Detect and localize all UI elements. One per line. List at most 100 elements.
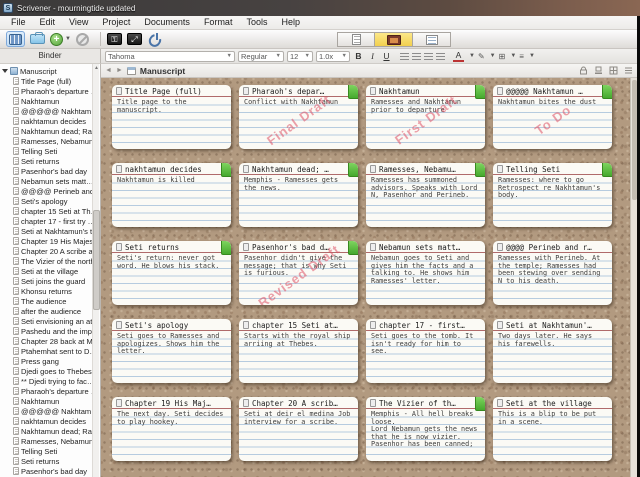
binder-item[interactable]: Pasenhor's bad day <box>0 466 93 476</box>
index-card[interactable]: Seti at Nakhtamun'… Two days later. He s… <box>493 319 612 383</box>
binder-item[interactable]: ** Djedi trying to fac… <box>0 376 93 386</box>
index-card[interactable]: The Vizier of th… Memphis - All hell bre… <box>366 397 485 461</box>
binder-item[interactable]: Pharaoh's departure … <box>0 386 93 396</box>
binder-item[interactable]: Ramesses, Nebamun… <box>0 136 93 146</box>
binder-item[interactable]: Seti envisioning an at… <box>0 316 93 326</box>
binder-item[interactable]: Seti joins the guard <box>0 276 93 286</box>
menu-help[interactable]: Help <box>274 16 307 29</box>
index-card[interactable]: Nakhtamun Ramesses and Nakhtamun prior t… <box>366 85 485 149</box>
menu-format[interactable]: Format <box>197 16 240 29</box>
index-card[interactable]: Pharaoh's depar… Conflict with Nakhtamun… <box>239 85 358 149</box>
binder-item[interactable]: Nakhtamun <box>0 396 93 406</box>
binder-item[interactable]: Chapter 28 back at M… <box>0 336 93 346</box>
binder-item[interactable]: @@@@@ Nakhtam… <box>0 106 93 116</box>
align-right-icon[interactable] <box>424 52 433 60</box>
binder-item-manuscript[interactable]: Manuscript <box>0 66 93 76</box>
binder-item[interactable]: chapter 15 Seti at Th… <box>0 206 93 216</box>
binder-item[interactable]: Title Page (full) <box>0 76 93 86</box>
binder-item[interactable]: Pasenhor's bad day <box>0 166 93 176</box>
index-card[interactable]: chapter 17 - first… Seti goes to the tom… <box>366 319 485 383</box>
remove-item-button[interactable] <box>75 31 89 47</box>
binder-item[interactable]: nakhtamun decides <box>0 116 93 126</box>
binder-scrollbar[interactable]: ▲ <box>92 64 100 477</box>
name-generator-button[interactable] <box>147 31 159 47</box>
scrollbar-thumb[interactable] <box>93 210 100 310</box>
binder-item[interactable]: Chapter 20 A scribe a… <box>0 246 93 256</box>
forward-arrow-icon[interactable]: ► <box>116 67 123 74</box>
list-view-icon[interactable] <box>624 66 633 75</box>
binder-item[interactable]: Telling Seti <box>0 146 93 156</box>
index-card[interactable]: Ramesses, Nebamu… Ramesses has summoned … <box>366 163 485 227</box>
add-item-button[interactable]: + ▼ <box>50 31 71 47</box>
index-card[interactable]: Chapter 20 A scrib… Seti at deir el medi… <box>239 397 358 461</box>
binder-item[interactable]: The audience <box>0 296 93 306</box>
index-card[interactable]: Seti's apology Seti goes to Ramesses and… <box>112 319 231 383</box>
binder-item[interactable]: Djedi goes to Thebes… <box>0 366 93 376</box>
index-card[interactable]: Nebamun sets matt… Nebamun goes to Seti … <box>366 241 485 305</box>
lock-icon[interactable] <box>579 66 588 75</box>
stamp-icon[interactable] <box>594 66 603 75</box>
menu-file[interactable]: File <box>4 16 33 29</box>
index-card[interactable]: nakhtamun decides Nakhtamun is killed <box>112 163 231 227</box>
binder-item[interactable]: Pashedu and the imp… <box>0 326 93 336</box>
binder-item[interactable]: Nakhtamun dead; Ra… <box>0 426 93 436</box>
align-justify-icon[interactable] <box>436 52 445 60</box>
binder-item[interactable]: Seti at Nakhtamun's t… <box>0 226 93 236</box>
binder-item[interactable]: nakhtamun decides <box>0 416 93 426</box>
binder-item[interactable]: Nakhtamun dead; Ra… <box>0 126 93 136</box>
binder-item[interactable]: Nebamun sets matt… <box>0 176 93 186</box>
disclosure-triangle-icon[interactable] <box>2 69 8 73</box>
font-size-select[interactable]: 12 ▼ <box>287 50 313 62</box>
line-spacing-select[interactable]: 1.0x ▼ <box>316 50 350 62</box>
index-card[interactable]: Title Page (full) Title page to the manu… <box>112 85 231 149</box>
font-style-select[interactable]: Regular ▼ <box>238 50 284 62</box>
corkboard-scrollbar[interactable] <box>630 78 637 477</box>
scroll-up-icon[interactable]: ▲ <box>93 64 100 72</box>
text-color-button[interactable]: A <box>453 50 464 62</box>
underline-button[interactable]: U <box>381 51 392 61</box>
binder-item[interactable]: @@@@ Perineb and … <box>0 186 93 196</box>
corkboard-view-button[interactable] <box>375 32 413 47</box>
document-view-button[interactable] <box>337 32 375 47</box>
index-card[interactable]: Seti at the village This is a blip to be… <box>493 397 612 461</box>
menu-project[interactable]: Project <box>95 16 137 29</box>
binder-item[interactable]: Seti at the village <box>0 266 93 276</box>
binder-item[interactable]: Chapter 19 His Majes… <box>0 236 93 246</box>
index-card[interactable]: @@@@ Perineb and r… Ramesses with Perine… <box>493 241 612 305</box>
collections-button[interactable] <box>30 31 45 47</box>
binder-item[interactable]: Seti's apology <box>0 196 93 206</box>
index-card[interactable]: chapter 15 Seti at… Starts with the roya… <box>239 319 358 383</box>
binder-item[interactable]: Pharaoh's departure … <box>0 86 93 96</box>
bold-button[interactable]: B <box>353 51 364 61</box>
align-left-icon[interactable] <box>400 52 409 60</box>
align-center-icon[interactable] <box>412 52 421 60</box>
binder-item[interactable]: after the audience <box>0 306 93 316</box>
binder-item[interactable]: @@@@@ Nakhtam… <box>0 406 93 416</box>
font-family-select[interactable]: Tahoma ▼ <box>105 50 235 62</box>
list-button[interactable]: ≡ <box>519 52 524 61</box>
back-arrow-icon[interactable]: ◄ <box>105 67 112 74</box>
binder-item[interactable]: Seti returns <box>0 156 93 166</box>
index-card[interactable]: @@@@@ Nakhtamun … Nakhtamun bites the du… <box>493 85 612 149</box>
keywords-button[interactable]: ⚿ <box>106 31 122 47</box>
title-bar[interactable]: S Scrivener - mourningtide updated <box>0 0 640 16</box>
binder-item[interactable]: Ptahemhat sent to D… <box>0 346 93 356</box>
outline-view-button[interactable] <box>413 32 451 47</box>
binder-item[interactable]: Ramesses, Nebamun… <box>0 436 93 446</box>
binder-item[interactable]: chapter 17 - first try … <box>0 216 93 226</box>
menu-tools[interactable]: Tools <box>239 16 274 29</box>
table-button[interactable]: ⊞ <box>499 52 506 61</box>
index-card[interactable]: Nakhtamun dead; … Memphis - Ramesses get… <box>239 163 358 227</box>
binder-toggle-button[interactable] <box>6 31 25 47</box>
index-card[interactable]: Pasenhor's bad d… Pasenhor didn't give t… <box>239 241 358 305</box>
binder-item[interactable]: The Vizier of the north <box>0 256 93 266</box>
binder-item[interactable]: Telling Seti <box>0 446 93 456</box>
binder-item[interactable]: Nakhtamun <box>0 96 93 106</box>
menu-edit[interactable]: Edit <box>33 16 63 29</box>
grid-view-icon[interactable] <box>609 66 618 75</box>
index-card[interactable]: Seti returns Seti's return: never got wo… <box>112 241 231 305</box>
index-card[interactable]: Chapter 19 His Maj… The next day. Seti d… <box>112 397 231 461</box>
binder-item[interactable]: Khonsu returns <box>0 286 93 296</box>
highlight-button[interactable]: ✎ <box>478 52 485 61</box>
italic-button[interactable]: I <box>367 51 378 61</box>
